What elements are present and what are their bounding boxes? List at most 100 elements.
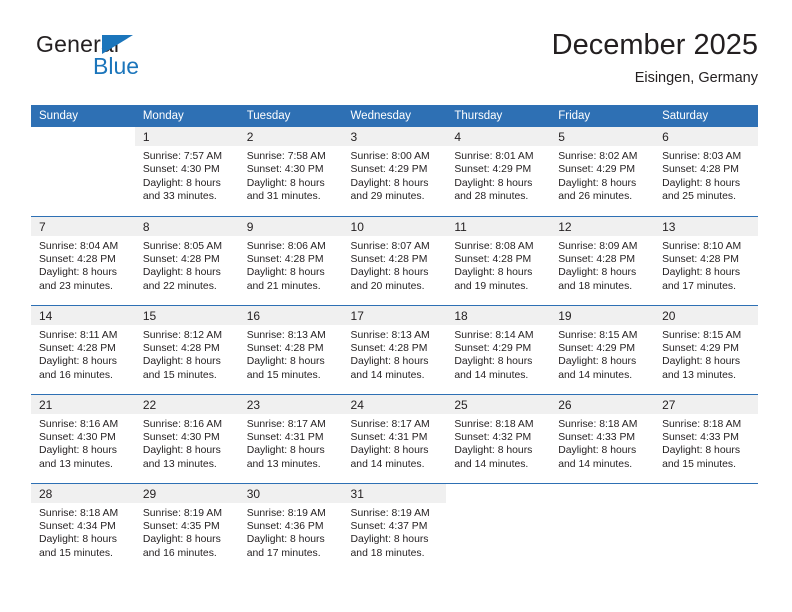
day-detail-line: Sunrise: 8:11 AM [39,329,118,341]
day-number-band: 28 [31,483,135,503]
day-detail-line: Daylight: 8 hours [350,177,429,189]
day-detail-line: Sunrise: 8:08 AM [454,240,534,252]
calendar-day-cell[interactable]: 20 Sunrise: 8:15 AM Sunset: 4:29 PM Dayligh… [654,304,758,394]
day-number: 4 [454,130,462,144]
day-details: Sunrise: 7:58 AM Sunset: 4:30 PM Daylight:… [239,146,343,204]
day-details: Sunrise: 8:13 AM Sunset: 4:28 PM Daylight:… [343,325,447,383]
day-detail-line: Daylight: 8 hours [246,267,325,279]
day-detail-line: Sunset: 4:28 PM [39,253,116,265]
day-number-band: 24 [342,394,447,414]
calendar-day-cell[interactable]: 15 Sunrise: 8:12 AM Sunset: 4:28 PM Dayligh… [134,304,239,394]
day-number: 6 [662,130,669,144]
day-detail-line: Daylight: 8 hours [558,177,637,189]
calendar-day-cell[interactable]: 18 Sunrise: 8:14 AM Sunset: 4:29 PM Dayligh… [446,304,551,394]
day-number-band: 18 [446,305,551,325]
day-number: 20 [662,308,676,323]
calendar-day-cell[interactable]: 27 Sunrise: 8:18 AM Sunset: 4:33 PM Dayligh… [654,393,758,483]
day-details: Sunrise: 8:18 AM Sunset: 4:34 PM Daylight:… [31,503,135,561]
day-detail-line: Sunset: 4:28 PM [142,253,220,265]
calendar-day-cell[interactable]: 25 Sunrise: 8:18 AM Sunset: 4:32 PM Dayligh… [446,393,551,483]
day-number: 7 [39,219,46,234]
calendar-day-cell[interactable]: 19 Sunrise: 8:15 AM Sunset: 4:29 PM Dayligh… [550,304,655,394]
calendar-day-cell[interactable]: 9 Sunrise: 8:06 AM Sunset: 4:28 PM Daylight… [238,215,343,305]
day-number: 30 [246,486,261,501]
day-detail-line: Sunrise: 8:17 AM [246,418,326,430]
day-number-band: 2 [238,127,343,146]
calendar-day-cell[interactable]: 2 Sunrise: 7:58 AM Sunset: 4:30 PM Daylight… [238,127,343,216]
day-number: 21 [39,397,53,412]
calendar-day-cell[interactable]: 23 Sunrise: 8:17 AM Sunset: 4:31 PM Dayligh… [238,393,343,483]
day-detail-line: and 13 minutes. [142,458,217,470]
day-detail-line: Sunset: 4:29 PM [558,342,636,354]
day-detail-line: Sunrise: 8:16 AM [39,418,119,430]
calendar-day-cell[interactable]: 17 Sunrise: 8:13 AM Sunset: 4:28 PM Dayligh… [342,304,447,394]
calendar-week-row: 21 Sunrise: 8:16 AM Sunset: 4:30 PM Dayligh… [31,393,758,483]
day-number: 13 [662,219,676,234]
day-detail-line: Sunrise: 8:15 AM [662,329,742,341]
day-details: Sunrise: 8:00 AM Sunset: 4:29 PM Daylight:… [343,146,447,204]
day-detail-line: Daylight: 8 hours [350,534,429,546]
day-number-band: 9 [238,216,343,236]
calendar-week-row: 28 Sunrise: 8:18 AM Sunset: 4:34 PM Dayligh… [31,482,758,572]
day-detail-line: Sunrise: 7:57 AM [142,151,222,162]
day-details: Sunrise: 8:08 AM Sunset: 4:28 PM Daylight:… [446,236,550,294]
day-detail-line: Daylight: 8 hours [142,177,221,189]
page-subtitle-location: Eisingen, Germany [634,70,758,86]
day-detail-line: Sunset: 4:30 PM [246,164,324,176]
calendar-day-cell[interactable]: 21 Sunrise: 8:16 AM Sunset: 4:30 PM Dayligh… [31,393,135,483]
calendar-cell-empty [31,127,135,216]
calendar-cell-empty [446,482,551,572]
day-detail-line: Daylight: 8 hours [142,267,221,279]
day-detail-line: Daylight: 8 hours [39,356,117,368]
day-detail-line: Daylight: 8 hours [246,177,325,189]
day-number: 19 [558,308,572,323]
day-detail-line: Sunset: 4:35 PM [142,520,220,532]
calendar-day-cell[interactable]: 12 Sunrise: 8:09 AM Sunset: 4:28 PM Dayligh… [550,215,655,305]
calendar-day-cell[interactable]: 4 Sunrise: 8:01 AM Sunset: 4:29 PM Daylight… [446,127,551,216]
calendar-day-cell[interactable]: 24 Sunrise: 8:17 AM Sunset: 4:31 PM Dayligh… [342,393,447,483]
calendar-week-row: 1 Sunrise: 7:57 AM Sunset: 4:30 PM Daylight… [31,127,758,216]
day-detail-line: and 22 minutes. [142,280,217,292]
day-detail-line: Daylight: 8 hours [558,356,637,368]
page-header: General Blue December 2025 Eisingen, Ger… [31,28,758,98]
triangle-icon [102,35,133,54]
day-detail-line: and 17 minutes. [246,547,321,559]
calendar-day-cell[interactable]: 13 Sunrise: 8:10 AM Sunset: 4:28 PM Dayligh… [654,215,758,305]
calendar-day-cell[interactable]: 14 Sunrise: 8:11 AM Sunset: 4:28 PM Dayligh… [31,304,135,394]
day-detail-line: Daylight: 8 hours [454,445,533,457]
day-detail-line: and 15 minutes. [39,547,113,559]
day-details: Sunrise: 8:16 AM Sunset: 4:30 PM Daylight:… [135,414,239,472]
day-detail-line: and 16 minutes. [39,369,113,381]
day-number: 3 [350,130,358,144]
calendar-day-cell[interactable]: 1 Sunrise: 7:57 AM Sunset: 4:30 PM Daylight… [134,127,239,216]
calendar-day-cell[interactable]: 22 Sunrise: 8:16 AM Sunset: 4:30 PM Dayligh… [134,393,239,483]
day-detail-line: Daylight: 8 hours [142,445,221,457]
calendar-day-cell[interactable]: 28 Sunrise: 8:18 AM Sunset: 4:34 PM Dayligh… [31,482,135,572]
calendar-day-cell[interactable]: 26 Sunrise: 8:18 AM Sunset: 4:33 PM Dayligh… [550,393,655,483]
day-detail-line: Sunset: 4:37 PM [350,520,428,532]
day-number-band: 17 [342,305,447,325]
day-detail-line: Sunrise: 8:19 AM [142,507,222,519]
calendar-day-cell[interactable]: 10 Sunrise: 8:07 AM Sunset: 4:28 PM Dayligh… [342,215,447,305]
calendar-day-cell[interactable]: 7 Sunrise: 8:04 AM Sunset: 4:28 PM Daylight… [31,215,135,305]
day-detail-line: Daylight: 8 hours [662,356,741,368]
calendar-day-cell[interactable]: 6 Sunrise: 8:03 AM Sunset: 4:28 PM Daylight… [654,127,758,216]
day-detail-line: Sunset: 4:33 PM [662,431,739,443]
calendar-day-cell[interactable]: 16 Sunrise: 8:13 AM Sunset: 4:28 PM Dayligh… [238,304,343,394]
calendar-day-cell[interactable]: 30 Sunrise: 8:19 AM Sunset: 4:36 PM Dayligh… [238,482,343,572]
calendar-body: 1 Sunrise: 7:57 AM Sunset: 4:30 PM Daylight… [31,127,758,572]
calendar-cell-empty [550,482,655,572]
calendar-day-cell[interactable]: 11 Sunrise: 8:08 AM Sunset: 4:28 PM Dayligh… [446,215,551,305]
general-blue-logo[interactable]: General Blue [36,32,266,92]
day-number: 17 [350,308,364,323]
day-detail-line: Daylight: 8 hours [246,445,325,457]
calendar-day-cell[interactable]: 8 Sunrise: 8:05 AM Sunset: 4:28 PM Daylight… [134,215,239,305]
day-detail-line: and 23 minutes. [39,280,113,292]
calendar-day-cell[interactable]: 29 Sunrise: 8:19 AM Sunset: 4:35 PM Dayligh… [134,482,239,572]
day-detail-line: and 13 minutes. [246,458,321,470]
calendar-day-cell[interactable]: 3 Sunrise: 8:00 AM Sunset: 4:29 PM Daylight… [342,127,447,216]
day-number-band: 8 [134,216,239,236]
calendar-day-cell[interactable]: 31 Sunrise: 8:19 AM Sunset: 4:37 PM Dayligh… [342,482,447,572]
weekday-header-thursday: Thursday [446,105,551,127]
calendar-day-cell[interactable]: 5 Sunrise: 8:02 AM Sunset: 4:29 PM Daylight… [550,127,655,216]
